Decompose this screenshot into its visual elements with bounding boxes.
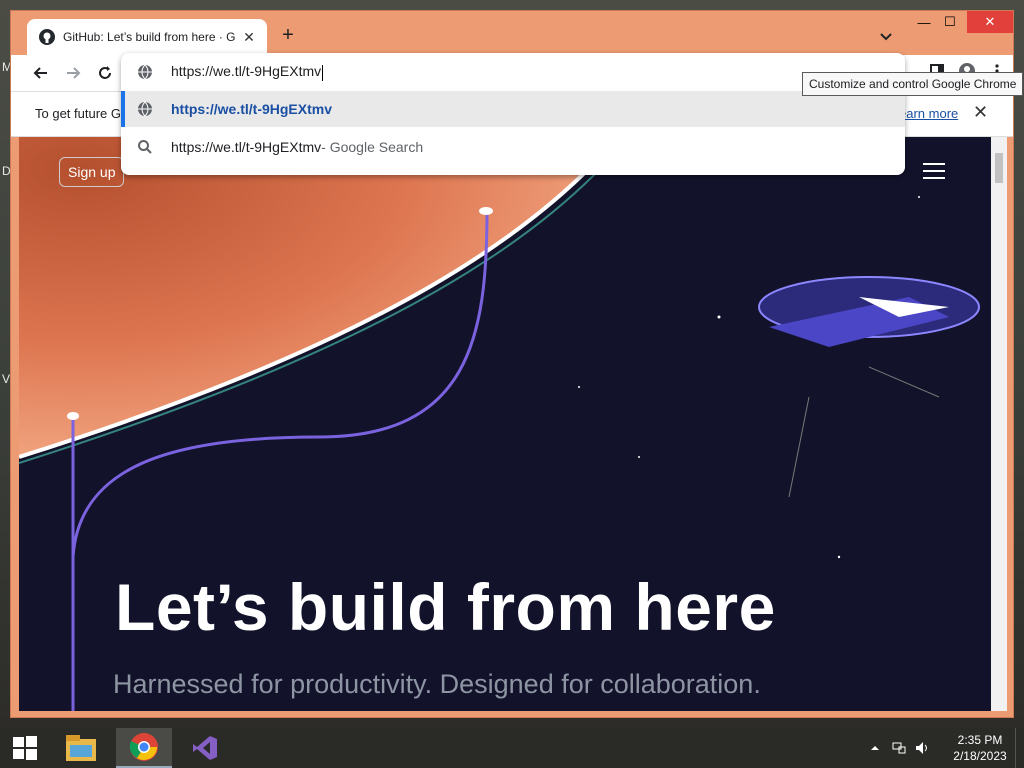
tab-strip: GitHub: Let’s build from here · GitHub ✕… [11,11,1013,55]
suggestion-url-text: https://we.tl/t-9HgEXtmv [171,101,333,117]
desktop-icon-label[interactable]: V [2,372,10,386]
hamburger-menu-icon[interactable] [923,163,945,179]
start-button[interactable] [0,728,50,768]
globe-icon [138,101,152,117]
suggestion-search-suffix: - Google Search [321,139,424,155]
back-icon[interactable] [31,63,51,83]
suggestion-url[interactable]: https://we.tl/t-9HgEXtmv [121,91,905,127]
show-desktop-button[interactable] [1015,728,1024,768]
volume-icon[interactable] [915,741,931,755]
network-icon[interactable] [891,741,907,755]
address-bar[interactable]: https://we.tl/t-9HgEXtmv [121,53,905,91]
chrome-icon [129,733,158,761]
infobar-text: To get future G [35,106,121,121]
github-icon [39,29,55,45]
hero-title: Let’s build from here [115,570,776,644]
infobar-learn-more-link[interactable]: earn more [899,106,958,121]
taskbar-file-explorer[interactable] [56,728,106,768]
new-tab-button[interactable]: + [277,25,299,47]
sign-up-button[interactable]: Sign up [59,157,125,187]
chevron-down-icon[interactable] [877,27,895,45]
visual-studio-icon [193,736,217,760]
hero-subtitle: Harnessed for productivity. Designed for… [113,669,761,699]
forward-icon[interactable] [63,63,83,83]
clock-date: 2/18/2023 [953,749,1007,763]
file-explorer-icon [66,735,96,761]
search-icon [138,140,152,154]
maximize-button[interactable]: ☐ [935,11,965,33]
taskbar-chrome[interactable] [116,728,172,768]
globe-icon [138,64,152,80]
tooltip: Customize and control Google Chrome [802,72,1024,96]
windows-start-icon [13,736,37,760]
infobar-close-icon[interactable]: ✕ [973,102,988,123]
reload-icon[interactable] [95,63,115,83]
chevron-up-icon[interactable] [869,743,881,753]
omnibox-dropdown: https://we.tl/t-9HgEXtmv https://we.tl/t… [121,53,905,175]
suggestion-search[interactable]: https://we.tl/t-9HgEXtmv - Google Search [121,129,905,165]
tab-close-icon[interactable]: ✕ [241,29,257,45]
address-input-text[interactable]: https://we.tl/t-9HgEXtmv [171,63,324,81]
browser-window: GitHub: Let’s build from here · GitHub ✕… [10,10,1014,718]
system-tray: 2:35 PM 2/18/2023 [869,728,1024,768]
clock-time: 2:35 PM [957,733,1003,747]
page-content: Sign up Let’s build from here Harnessed … [19,137,991,711]
taskbar-clock[interactable]: 2:35 PM 2/18/2023 [945,732,1015,764]
suggestion-search-text: https://we.tl/t-9HgEXtmv [171,139,322,155]
tab-title: GitHub: Let’s build from here · GitHub [63,30,235,44]
taskbar: 2:35 PM 2/18/2023 [0,728,1024,768]
scrollbar-thumb[interactable] [995,153,1003,183]
tab-github[interactable]: GitHub: Let’s build from here · GitHub ✕ [27,19,267,55]
taskbar-visual-studio[interactable] [180,728,230,768]
page-scrollbar[interactable] [991,137,1007,711]
close-window-button[interactable]: ✕ [967,11,1013,33]
